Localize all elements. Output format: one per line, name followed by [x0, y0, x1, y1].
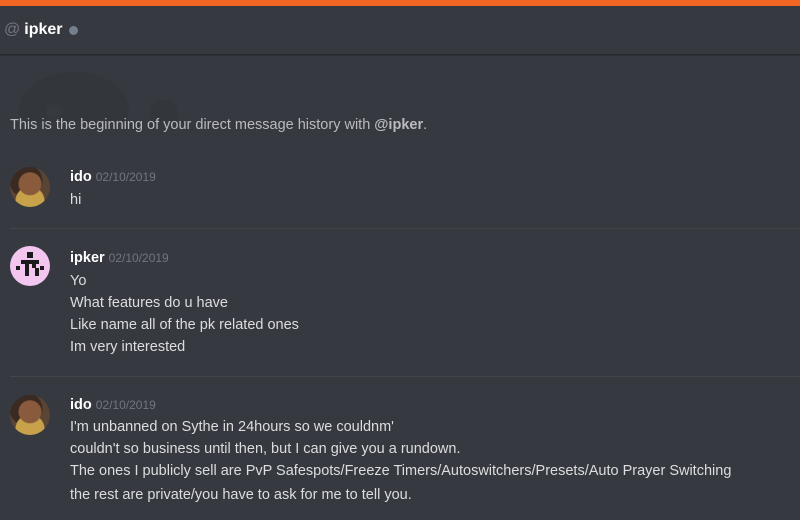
status-dot-icon	[68, 25, 78, 35]
message-line: hi	[70, 192, 82, 208]
message-author: ipker 02/10/2019	[70, 250, 169, 266]
message-line: I'm unbanned on Sythe in 24hours so we c…	[70, 419, 394, 435]
intro-mention[interactable]: @ipker	[374, 117, 423, 133]
message-divider	[10, 376, 800, 377]
message-line: couldn't so business until then, but I c…	[70, 441, 461, 457]
discord-watermark-icon	[19, 72, 178, 122]
ido-avatar[interactable]	[10, 167, 50, 207]
message-line: Yo	[70, 273, 87, 289]
message-line: The ones I publicly sell are PvP Safespo…	[70, 463, 732, 479]
message-timestamp: 02/10/2019	[95, 170, 156, 184]
message-author: ido 02/10/2019	[70, 169, 156, 185]
message-line: What features do u have	[70, 295, 228, 311]
ido-avatar[interactable]	[10, 395, 50, 435]
message-divider	[10, 228, 800, 229]
ipker-avatar-glyph-icon	[16, 252, 44, 276]
message-line: the rest are private/you have to ask for…	[70, 487, 412, 503]
dm-history-intro: This is the beginning of your direct mes…	[10, 117, 428, 133]
message-line: Im very interested	[70, 339, 186, 355]
message-timestamp: 02/10/2019	[108, 251, 169, 265]
channel-header: @ ipker	[0, 6, 800, 55]
channel-username[interactable]: ipker	[24, 21, 62, 39]
ipker-avatar[interactable]	[10, 246, 50, 286]
message-timestamp: 02/10/2019	[95, 398, 156, 412]
message-author: ido 02/10/2019	[70, 397, 156, 413]
at-sign-icon: @	[4, 21, 21, 38]
message-line: Like name all of the pk related ones	[70, 317, 299, 333]
